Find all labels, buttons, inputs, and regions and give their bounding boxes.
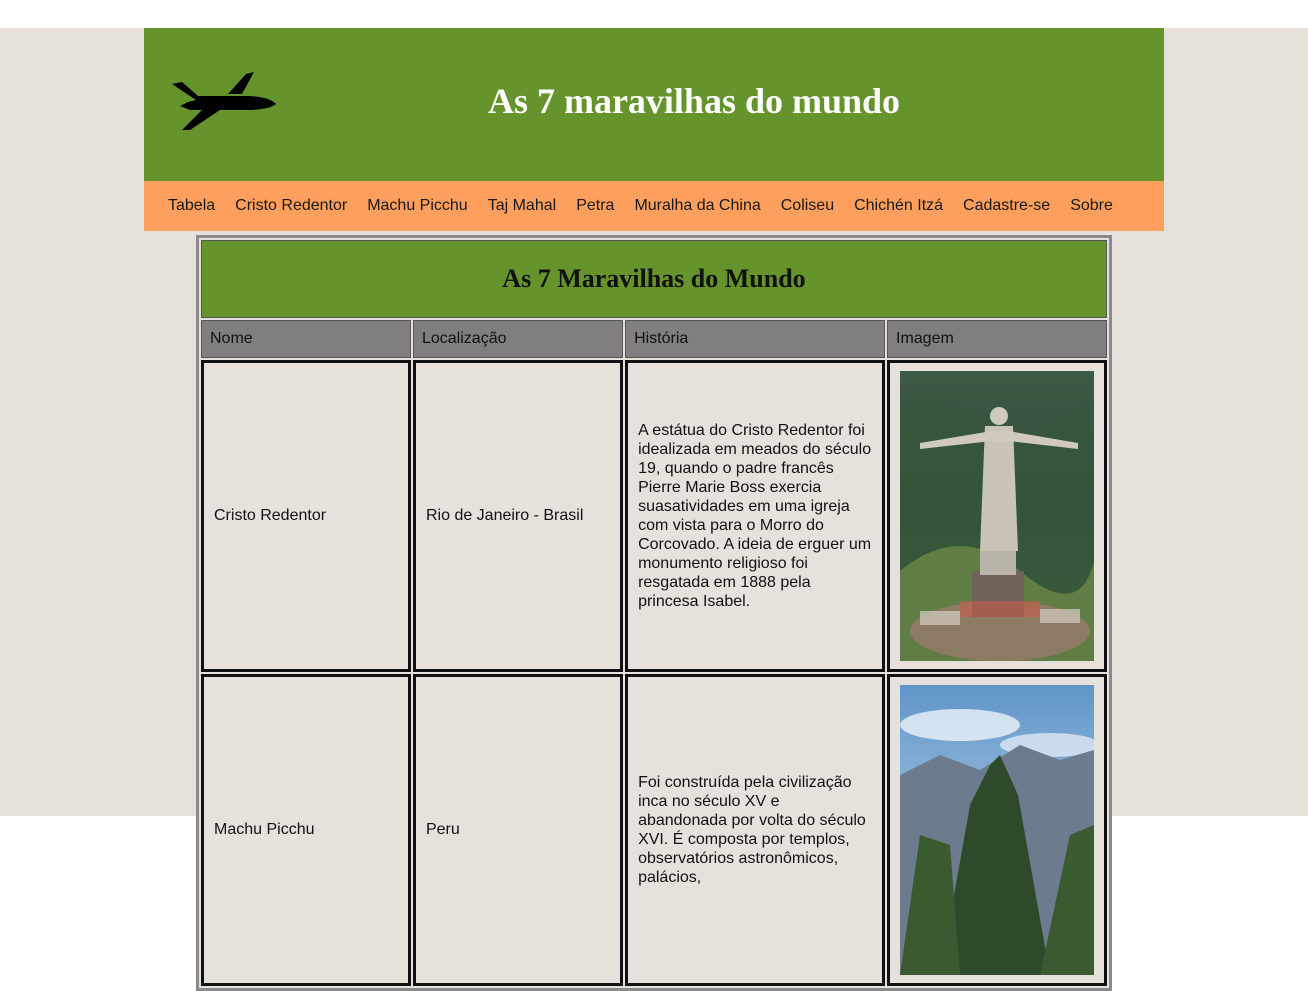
column-header-nome: Nome (201, 320, 411, 358)
wonders-table: As 7 Maravilhas do Mundo Nome Localizaçã… (196, 235, 1112, 991)
main-nav: Tabela Cristo Redentor Machu Picchu Taj … (144, 181, 1164, 231)
cell-nome: Cristo Redentor (201, 360, 411, 672)
nav-link-cadastre-se[interactable]: Cadastre-se (963, 197, 1050, 215)
nav-link-muralha-da-china[interactable]: Muralha da China (634, 197, 760, 215)
cell-imagem (887, 674, 1107, 986)
cell-nome: Machu Picchu (201, 674, 411, 986)
wonders-table-container: As 7 Maravilhas do Mundo Nome Localizaçã… (196, 235, 1112, 991)
column-header-imagem: Imagem (887, 320, 1107, 358)
table-caption: As 7 Maravilhas do Mundo (201, 240, 1107, 318)
cell-localizacao: Peru (412, 674, 624, 986)
nav-link-machu-picchu[interactable]: Machu Picchu (367, 197, 468, 215)
cristo-redentor-photo (900, 371, 1094, 661)
cell-localizacao: Rio de Janeiro - Brasil (412, 360, 624, 672)
site-header: As 7 maravilhas do mundo (144, 28, 1164, 181)
cell-historia: A estátua do Cristo Redentor foi idealiz… (625, 360, 885, 672)
column-header-localizacao: Localização (412, 320, 624, 358)
nav-link-coliseu[interactable]: Coliseu (781, 197, 834, 215)
site-title: As 7 maravilhas do mundo (487, 81, 901, 121)
nav-link-taj-mahal[interactable]: Taj Mahal (488, 197, 556, 215)
machu-picchu-photo (900, 685, 1094, 975)
table-header-row: Nome Localização História Imagem (201, 320, 1107, 358)
table-row: Machu Picchu Peru Foi construída pela ci… (201, 674, 1107, 986)
cell-historia: Foi construída pela civilização inca no … (625, 674, 885, 986)
cell-imagem (887, 360, 1107, 672)
table-row: Cristo Redentor Rio de Janeiro - Brasil … (201, 360, 1107, 672)
nav-link-sobre[interactable]: Sobre (1070, 197, 1113, 215)
nav-link-tabela[interactable]: Tabela (168, 197, 215, 215)
nav-link-chichen-itza[interactable]: Chichén Itzá (854, 197, 943, 215)
nav-link-petra[interactable]: Petra (576, 197, 614, 215)
nav-link-cristo-redentor[interactable]: Cristo Redentor (235, 197, 347, 215)
column-header-historia: História (625, 320, 885, 358)
